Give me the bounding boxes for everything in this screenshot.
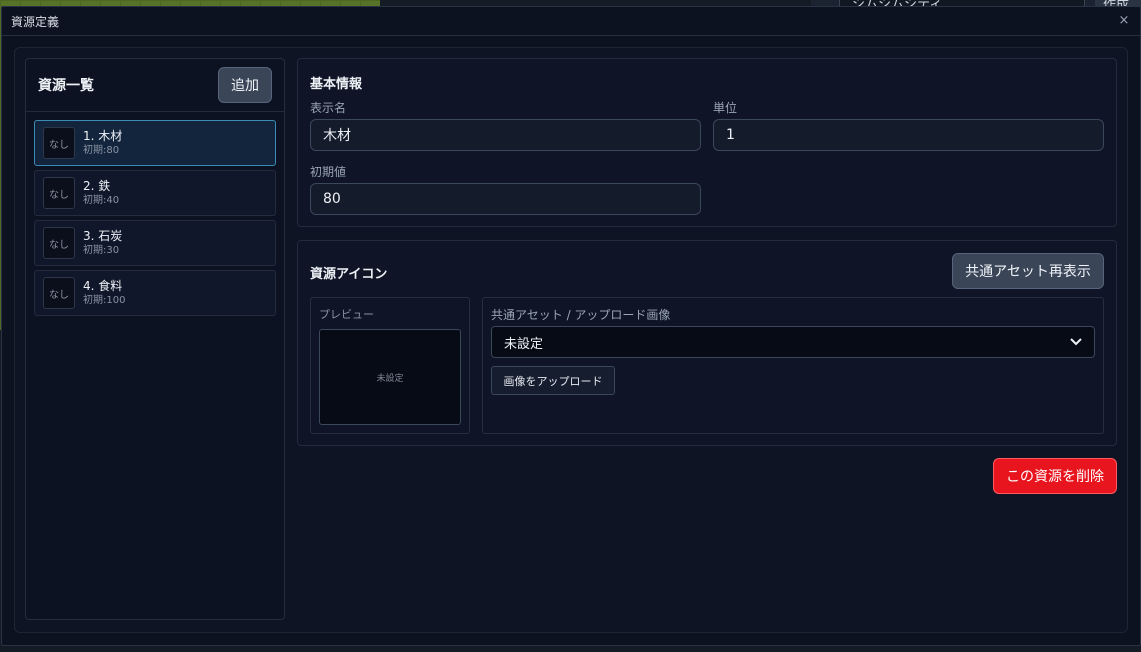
- resource-name: 1. 木材: [83, 128, 123, 143]
- resource-initial: 初期:40: [83, 194, 120, 206]
- list-item[interactable]: なし 2. 鉄 初期:40: [34, 170, 276, 216]
- preview-image: 未設定: [319, 329, 461, 425]
- modal-titlebar: 資源定義 ×: [2, 7, 1140, 36]
- display-name-input[interactable]: [310, 119, 701, 151]
- list-item[interactable]: なし 1. 木材 初期:80: [34, 120, 276, 166]
- resource-name: 3. 石炭: [83, 228, 123, 243]
- asset-panel: 共通アセット / アップロード画像 未設定 画像をアップロード: [482, 297, 1104, 434]
- resource-name: 4. 食料: [83, 278, 123, 293]
- resource-list-title: 資源一覧: [38, 78, 94, 94]
- resource-thumbnail: なし: [43, 277, 75, 309]
- resource-list: なし 1. 木材 初期:80 なし 2. 鉄 初期:40 なし 3. 石炭 初期…: [26, 112, 284, 328]
- asset-select[interactable]: 未設定: [491, 326, 1095, 358]
- resource-definition-modal: 資源定義 × 資源一覧 追加 なし 1. 木材 初期:80 なし 2. 鉄 初期…: [1, 6, 1141, 646]
- initial-value-input[interactable]: [310, 183, 701, 215]
- list-item[interactable]: なし 4. 食料 初期:100: [34, 270, 276, 316]
- resource-list-header: 資源一覧 追加: [26, 59, 284, 112]
- resource-initial: 初期:100: [83, 294, 126, 306]
- preview-panel: プレビュー 未設定: [310, 297, 470, 434]
- modal-body: 資源一覧 追加 なし 1. 木材 初期:80 なし 2. 鉄 初期:40 なし …: [14, 47, 1128, 633]
- reshow-shared-assets-button[interactable]: 共通アセット再表示: [952, 253, 1104, 289]
- upload-image-button[interactable]: 画像をアップロード: [491, 366, 615, 395]
- add-resource-button[interactable]: 追加: [218, 67, 272, 103]
- delete-resource-button[interactable]: この資源を削除: [993, 458, 1117, 494]
- preview-label: プレビュー: [319, 308, 374, 321]
- resource-list-panel: 資源一覧 追加 なし 1. 木材 初期:80 なし 2. 鉄 初期:40 なし …: [25, 58, 285, 620]
- chevron-down-icon: [1070, 338, 1082, 346]
- basic-info-card: 基本情報 表示名 単位 初期値: [297, 58, 1117, 227]
- resource-icon-card: 資源アイコン 共通アセット再表示 プレビュー 未設定 共通アセット / アップロ…: [297, 240, 1117, 446]
- modal-title: 資源定義: [11, 14, 60, 29]
- initial-value-label: 初期値: [310, 165, 347, 179]
- resource-thumbnail: なし: [43, 227, 75, 259]
- basic-info-title: 基本情報: [310, 77, 363, 92]
- list-item[interactable]: なし 3. 石炭 初期:30: [34, 220, 276, 266]
- asset-label: 共通アセット / アップロード画像: [491, 308, 671, 322]
- resource-thumbnail: なし: [43, 177, 75, 209]
- resource-name: 2. 鉄: [83, 178, 111, 193]
- resource-icon-title: 資源アイコン: [310, 267, 388, 282]
- preview-empty-text: 未設定: [376, 373, 404, 384]
- close-icon[interactable]: ×: [1116, 13, 1132, 29]
- asset-select-value: 未設定: [504, 336, 544, 352]
- resource-initial: 初期:30: [83, 244, 120, 256]
- resource-thumbnail: なし: [43, 127, 75, 159]
- unit-label: 単位: [713, 101, 738, 115]
- display-name-label: 表示名: [310, 101, 347, 115]
- unit-input[interactable]: [713, 119, 1104, 151]
- resource-initial: 初期:80: [83, 144, 120, 156]
